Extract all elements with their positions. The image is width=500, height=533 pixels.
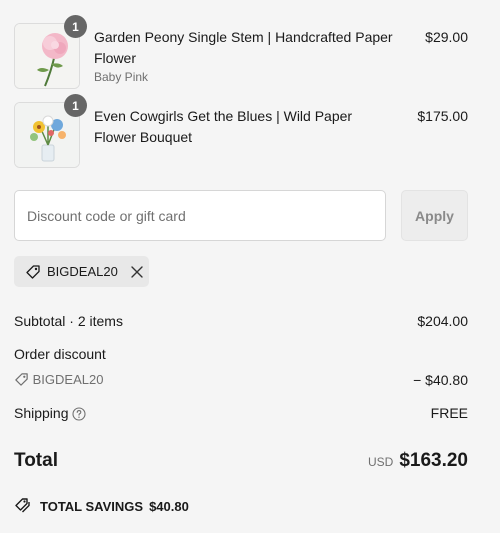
item-title: Even Cowgirls Get the Blues | Wild Paper… (94, 108, 353, 145)
subtotal-value: $204.00 (417, 313, 468, 329)
savings-value: $40.80 (149, 499, 189, 514)
tags-icon (14, 497, 32, 516)
line-item: 1 Garden Peony Single Stem | Handcrafted… (14, 15, 468, 89)
item-variant: Baby Pink (94, 70, 149, 84)
shipping-row: Shipping FREE (14, 405, 468, 424)
tag-icon (14, 372, 29, 390)
shipping-value: FREE (430, 405, 468, 421)
quantity-badge: 1 (64, 15, 87, 38)
total-label: Total (14, 450, 58, 471)
discount-code-label: BIGDEAL20 (32, 372, 104, 387)
discount-value: − $40.80 (413, 372, 468, 388)
subtotal-label: Subtotal · 2 items (14, 313, 123, 329)
subtotal-row: Subtotal · 2 items $204.00 (14, 313, 468, 329)
question-circle-icon[interactable] (72, 407, 86, 424)
order-discount-row: Order discount (14, 346, 468, 362)
discount-code-input[interactable] (14, 190, 386, 241)
currency-code: USD (367, 455, 394, 469)
discount-code-row: BIGDEAL20 − $40.80 (14, 372, 468, 390)
total-row: Total USD $163.20 (14, 450, 468, 474)
item-title: Garden Peony Single Stem | Handcrafted P… (94, 29, 393, 66)
total-value: $163.20 (399, 450, 468, 471)
item-price: $29.00 (425, 29, 468, 45)
order-discount-label: Order discount (14, 346, 106, 362)
line-item: 1 Even Cowgirls Get the Blues | Wild Pap… (14, 94, 468, 168)
applied-discount-code: BIGDEAL20 (47, 264, 118, 279)
quantity-badge: 1 (64, 94, 87, 117)
shipping-label: Shipping (14, 405, 69, 421)
total-savings: TOTAL SAVINGS $40.80 (14, 497, 189, 516)
savings-label: TOTAL SAVINGS (40, 499, 144, 514)
total-amount-group: USD $163.20 (368, 450, 468, 472)
item-price: $175.00 (417, 108, 468, 124)
apply-discount-button[interactable]: Apply (401, 190, 468, 241)
tag-icon (25, 264, 41, 280)
applied-discount-chip: BIGDEAL20 (14, 256, 149, 287)
close-icon[interactable] (130, 265, 144, 279)
